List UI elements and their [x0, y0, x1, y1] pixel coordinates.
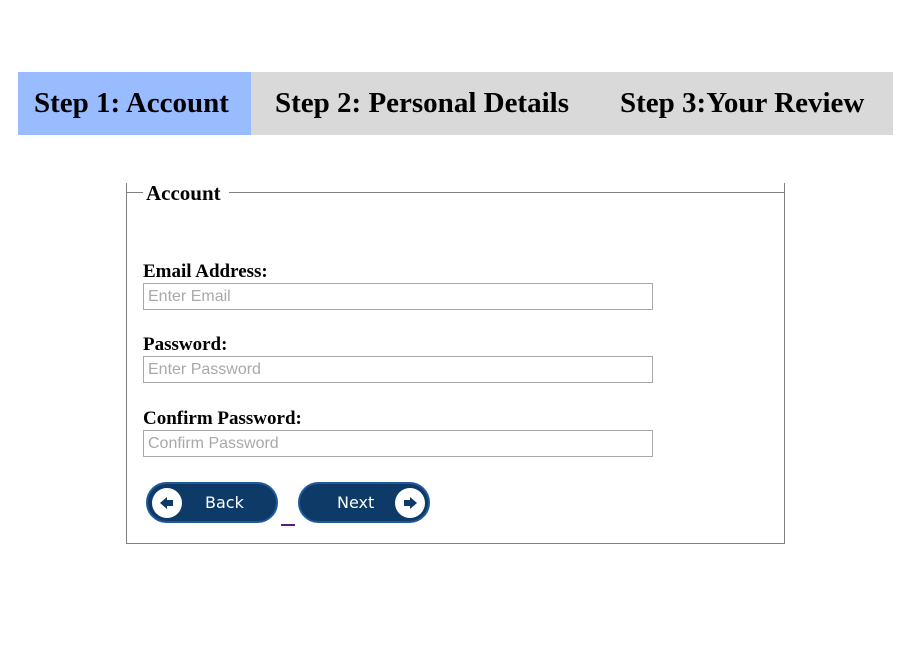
- confirm-password-label: Confirm Password:: [143, 408, 302, 429]
- next-button-label: Next: [337, 493, 375, 512]
- back-button-label: Back: [205, 493, 244, 512]
- email-label: Email Address:: [143, 261, 268, 282]
- fieldset-border: [229, 192, 785, 193]
- tab-step-2-personal-details[interactable]: Step 2: Personal Details: [251, 72, 598, 135]
- email-field[interactable]: [143, 283, 653, 310]
- step-tabs: Step 1: Account Step 2: Personal Details…: [18, 72, 893, 135]
- next-button[interactable]: Next: [298, 482, 430, 523]
- password-label: Password:: [143, 334, 228, 355]
- fieldset-border: [126, 192, 127, 202]
- page: Step 1: Account Step 2: Personal Details…: [0, 0, 908, 671]
- confirm-password-field[interactable]: [143, 430, 653, 457]
- fieldset-border: [126, 192, 143, 193]
- password-field[interactable]: [143, 356, 653, 383]
- arrow-left-icon: [152, 487, 182, 518]
- tab-step-3-your-review[interactable]: Step 3:Your Review: [598, 72, 893, 135]
- link-underline[interactable]: [281, 524, 295, 526]
- fieldset-border: [784, 192, 785, 202]
- arrow-right-icon: [395, 487, 425, 518]
- tab-step-1-account[interactable]: Step 1: Account: [18, 72, 251, 135]
- back-button[interactable]: Back: [146, 482, 278, 523]
- fieldset-legend: Account: [146, 181, 221, 205]
